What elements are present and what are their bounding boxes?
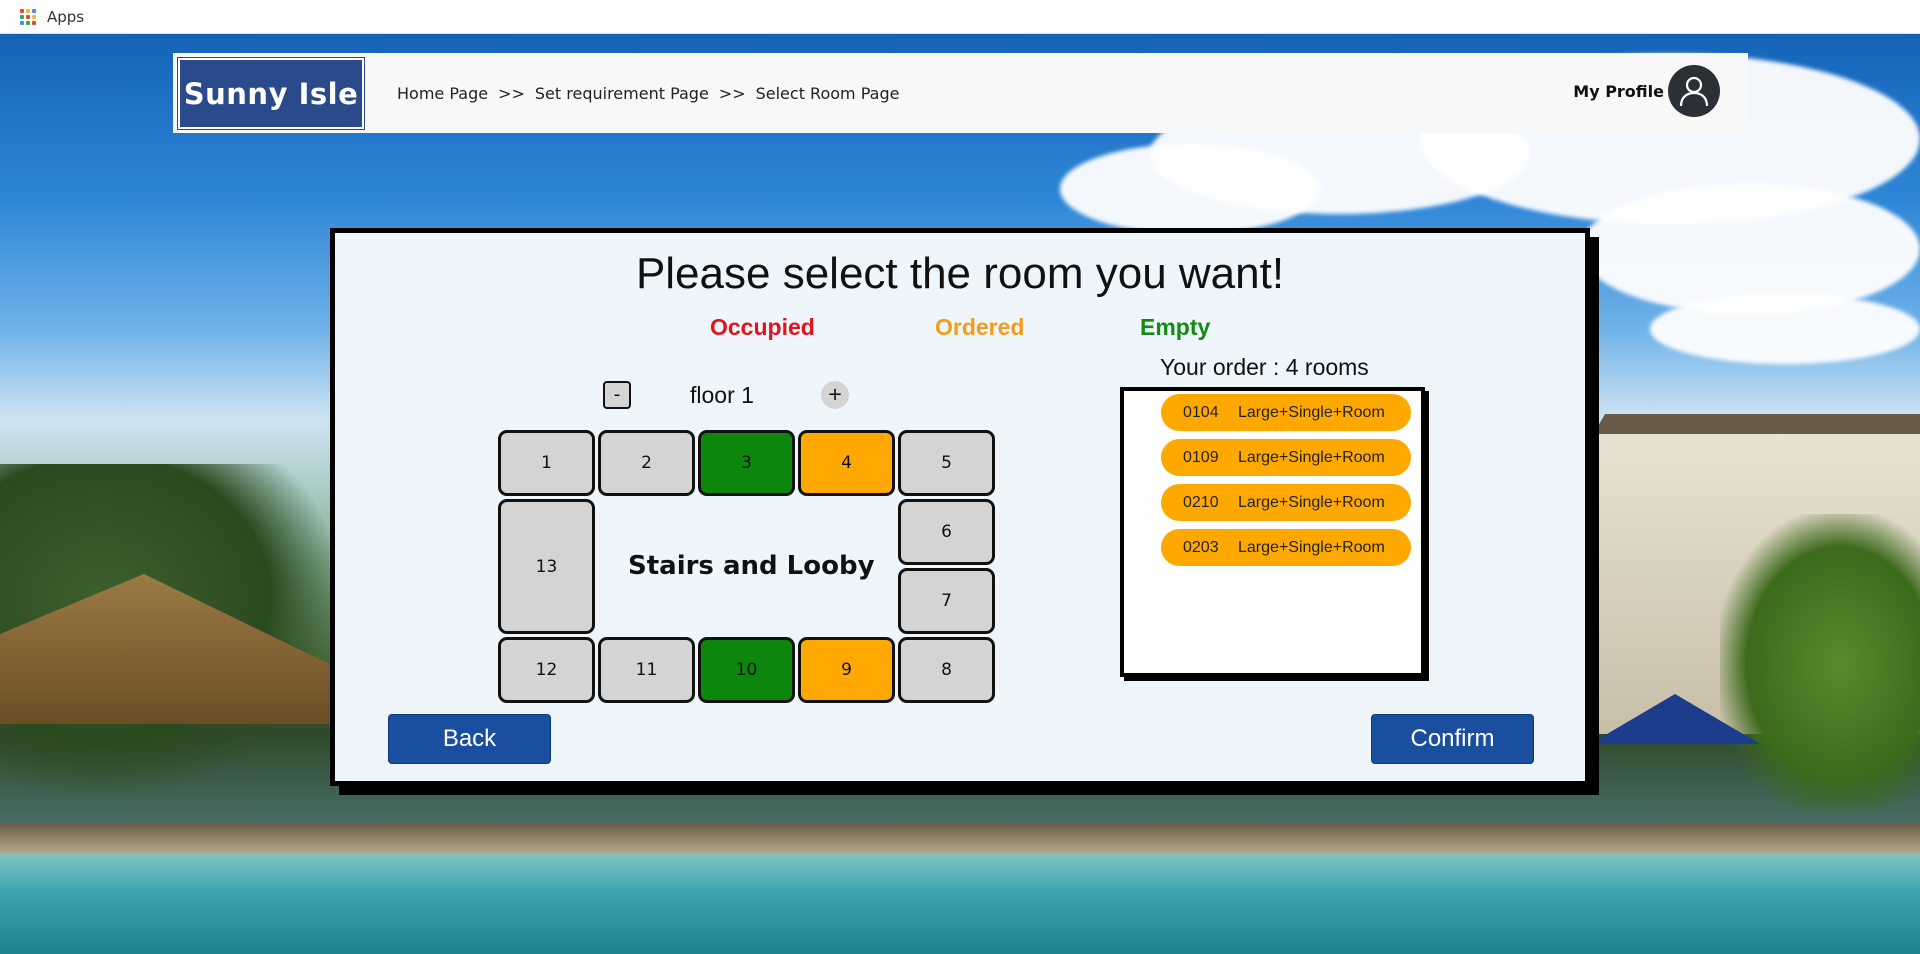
room-1[interactable]: 1	[498, 430, 595, 496]
room-9[interactable]: 9	[798, 637, 895, 703]
room-10[interactable]: 10	[698, 637, 795, 703]
breadcrumb-current-page: Select Room Page	[755, 84, 900, 103]
breadcrumb-separator: >>	[498, 84, 525, 103]
legend-occupied: Occupied	[710, 314, 815, 340]
breadcrumb: Home Page >> Set requirement Page >> Select …	[397, 84, 899, 103]
order-item[interactable]: 0109 Large+Single+Room	[1161, 439, 1411, 476]
room-5[interactable]: 5	[898, 430, 995, 496]
user-avatar-icon[interactable]	[1668, 65, 1720, 117]
breadcrumb-separator: >>	[718, 84, 746, 103]
legend-ordered: Ordered	[935, 314, 1025, 340]
my-profile-link[interactable]: My Profile	[1573, 65, 1720, 117]
order-room-type: Large+Single+Room	[1238, 493, 1385, 511]
page-title: Please select the room you want!	[635, 249, 1285, 298]
order-summary-title: Your order : 4 rooms	[1160, 354, 1369, 380]
apps-grid-icon[interactable]	[20, 8, 36, 25]
floor-decrement-button[interactable]: -	[603, 381, 631, 409]
order-room-type: Large+Single+Room	[1238, 403, 1385, 421]
room-3[interactable]: 3	[698, 430, 795, 496]
stairs-lobby-label: Stairs and Looby	[628, 551, 875, 581]
order-room-number: 0203	[1183, 538, 1219, 556]
order-room-number: 0104	[1183, 403, 1219, 421]
order-room-number: 0109	[1183, 448, 1219, 466]
order-item[interactable]: 0210 Large+Single+Room	[1161, 484, 1411, 521]
room-12[interactable]: 12	[498, 637, 595, 703]
floor-increment-button[interactable]: +	[821, 381, 849, 409]
room-2[interactable]: 2	[598, 430, 695, 496]
top-header: Sunny Isle Home Page >> Set requirement Pa…	[173, 53, 1748, 133]
back-button[interactable]: Back	[388, 714, 551, 764]
legend-empty: Empty	[1140, 314, 1211, 340]
room-11[interactable]: 11	[598, 637, 695, 703]
order-item[interactable]: 0104 Large+Single+Room	[1161, 394, 1411, 431]
floor-label: floor 1	[690, 382, 754, 408]
room-8[interactable]: 8	[898, 637, 995, 703]
breadcrumb-home-link[interactable]: Home Page	[397, 84, 488, 103]
order-room-type: Large+Single+Room	[1238, 538, 1385, 556]
room-4[interactable]: 4	[798, 430, 895, 496]
room-13[interactable]: 13	[498, 499, 595, 634]
apps-label[interactable]: Apps	[47, 8, 84, 26]
floor-selector: - floor 1 +	[335, 381, 1135, 413]
status-legend: Occupied Ordered Empty	[335, 314, 1585, 344]
room-selection-panel: Please select the room you want! Occupie…	[330, 228, 1590, 786]
sunny-isle-logo[interactable]: Sunny Isle	[177, 57, 365, 130]
breadcrumb-requirement-link[interactable]: Set requirement Page	[535, 84, 709, 103]
room-7[interactable]: 7	[898, 568, 995, 634]
my-profile-label[interactable]: My Profile	[1573, 82, 1664, 101]
confirm-button[interactable]: Confirm	[1371, 714, 1534, 764]
bookmarks-bar: Apps	[0, 0, 1920, 34]
order-list: 0104 Large+Single+Room 0109 Large+Single…	[1120, 387, 1425, 677]
order-room-type: Large+Single+Room	[1238, 448, 1385, 466]
order-item[interactable]: 0203 Large+Single+Room	[1161, 529, 1411, 566]
room-6[interactable]: 6	[898, 499, 995, 565]
order-room-number: 0210	[1183, 493, 1219, 511]
